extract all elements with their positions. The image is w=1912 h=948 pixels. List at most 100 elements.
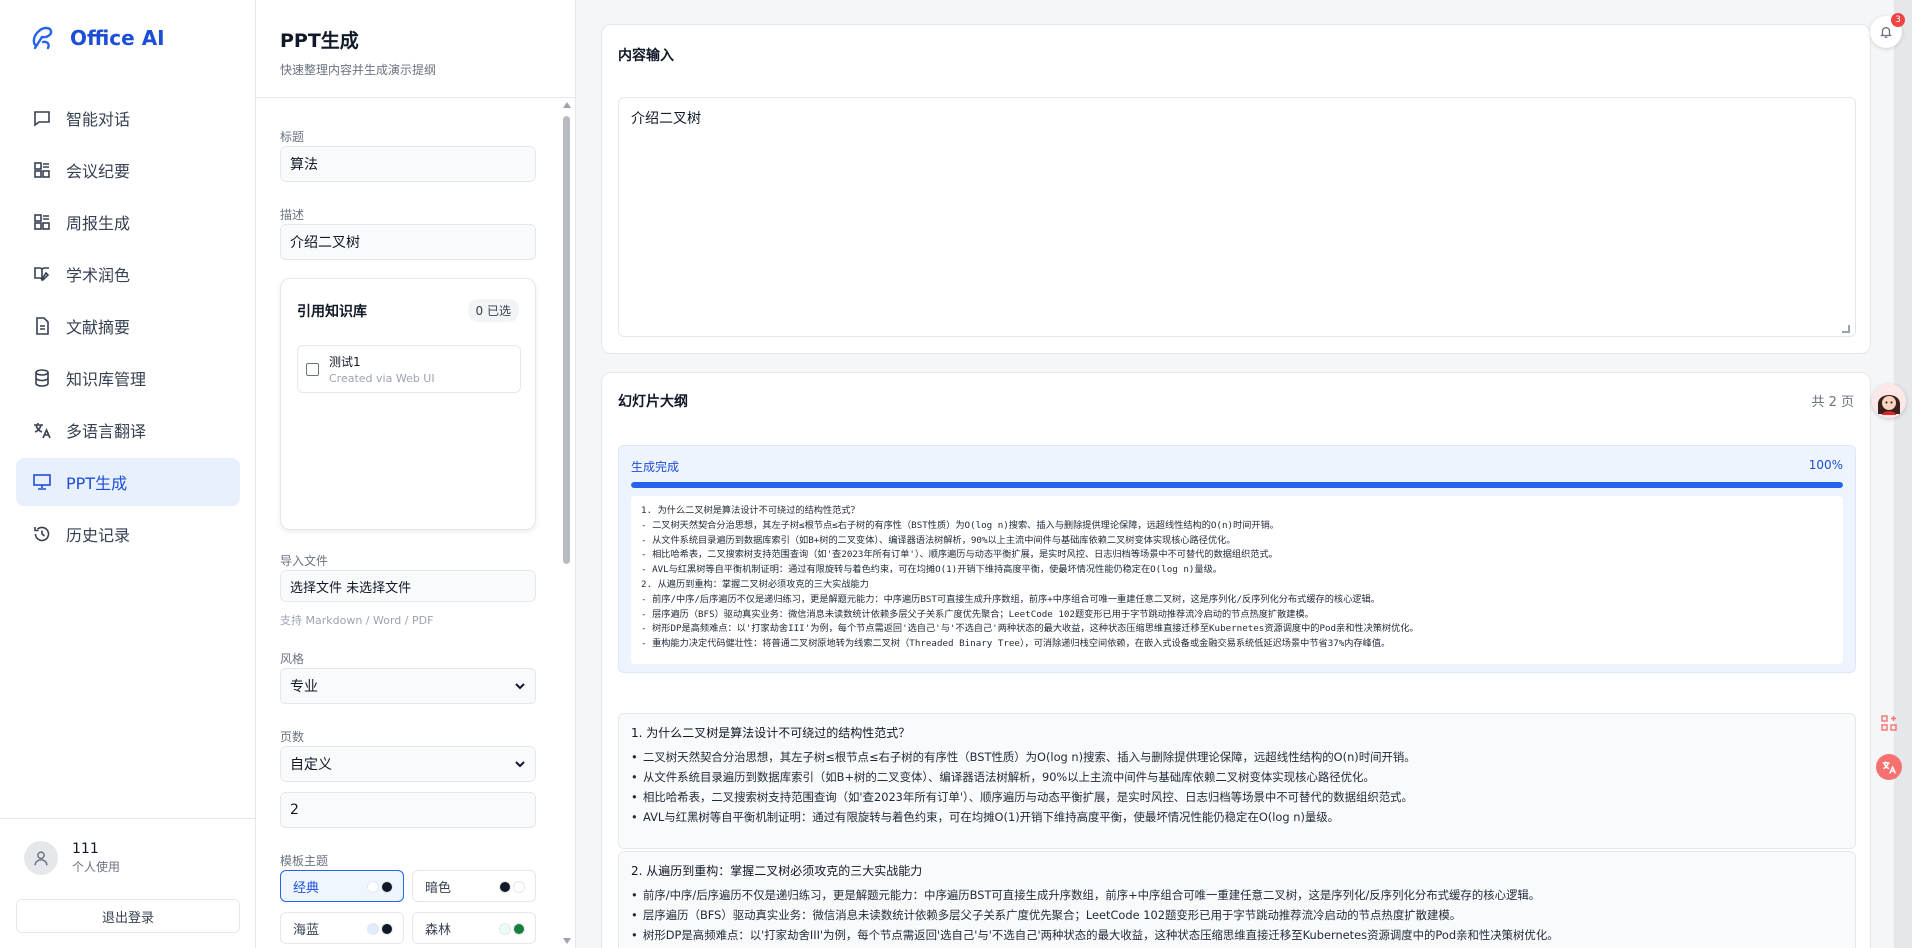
kb-item-name: 测试1 bbox=[329, 355, 361, 369]
theme-name: 森林 bbox=[425, 922, 452, 938]
sidebar-item-weekly[interactable]: 周报生成 bbox=[16, 198, 240, 246]
style-label: 风格 bbox=[280, 652, 305, 666]
sidebar-item-history[interactable]: 历史记录 bbox=[16, 510, 240, 558]
page-subtitle: 快速整理内容并生成演示提纲 bbox=[280, 63, 437, 77]
grid-icon bbox=[34, 162, 50, 178]
title-input[interactable]: 算法 bbox=[280, 146, 536, 182]
outline-title: 幻灯片大纲 bbox=[618, 394, 688, 410]
raw-outline-line: - 从文件系统目录遍历到数据库索引（如B+树的二叉变体）、编译器语法树解析，90… bbox=[641, 534, 1236, 546]
pages-input[interactable]: 2 bbox=[280, 792, 536, 828]
sidebar-item-meeting[interactable]: 会议纪要 bbox=[16, 146, 240, 194]
pages-label: 页数 bbox=[280, 730, 305, 744]
chevron-down-icon bbox=[515, 761, 525, 768]
panel-scrollbar[interactable] bbox=[562, 100, 571, 948]
user-name: 111 bbox=[72, 841, 99, 857]
section-bullets: 前序/中序/后序遍历不仅是递归练习，更是解题元能力：中序遍历BST可直接生成升序… bbox=[631, 885, 1843, 945]
logout-button[interactable]: 退出登录 bbox=[16, 899, 240, 933]
bell-icon bbox=[1880, 26, 1892, 38]
sidebar: Office AI 智能对话 会议纪要 周报生成 学术润色 文献摘要 知识库管理 bbox=[0, 0, 256, 948]
scroll-down-arrow[interactable] bbox=[563, 938, 571, 944]
kb-item-desc: Created via Web UI bbox=[329, 372, 435, 385]
desc-input[interactable]: 介绍二叉树 bbox=[280, 224, 536, 260]
knowledge-base-card: 引用知识库 0 已选 测试1 Created via Web UI bbox=[280, 278, 536, 530]
raw-outline-line: 1. 为什么二叉树是算法设计不可绕过的结构性范式？ bbox=[641, 505, 860, 516]
book-icon bbox=[34, 267, 50, 281]
generation-progress: 生成完成 100% 1. 为什么二叉树是算法设计不可绕过的结构性范式？ - 二叉树… bbox=[618, 445, 1856, 673]
progress-fill bbox=[631, 482, 1843, 488]
theme-swatch bbox=[497, 881, 525, 893]
bullet-item: 相比哈希表，二叉搜索树支持范围查询（如'查2023年所有订单'）、顺序遍历与动态… bbox=[631, 787, 1843, 807]
section-bullets: 二叉树天然契合分治思想，其左子树≤根节点≤右子树的有序性（BST性质）为O(lo… bbox=[631, 747, 1843, 827]
scroll-up-arrow[interactable] bbox=[563, 102, 571, 108]
sidebar-item-label: 学术润色 bbox=[66, 266, 131, 285]
user-info: 111 个人使用 bbox=[24, 841, 120, 875]
raw-outline-line: - 前序/中序/后序遍历不仅是递归练习，更是解题元能力：中序遍历BST可直接生成… bbox=[641, 593, 1380, 605]
settings-panel: PPT生成 快速整理内容并生成演示提纲 标题 算法 描述 介绍二叉树 引用知识库… bbox=[256, 0, 576, 948]
file-input[interactable]: 选择文件 未选择文件 bbox=[280, 570, 536, 602]
user-icon bbox=[34, 851, 48, 866]
content-input-card: 内容输入 介绍二叉树 bbox=[601, 24, 1871, 354]
kb-title: 引用知识库 bbox=[297, 304, 367, 320]
bullet-item: 层序遍历（BFS）驱动真实业务：微信消息未读数统计依赖多层父子关系广度优先聚合；… bbox=[631, 905, 1843, 925]
resize-handle[interactable] bbox=[1842, 325, 1850, 333]
theme-forest-button[interactable]: 森林 bbox=[412, 912, 536, 944]
theme-name: 海蓝 bbox=[293, 922, 320, 938]
title-label: 标题 bbox=[280, 130, 305, 144]
theme-classic-button[interactable]: 经典 bbox=[280, 870, 404, 902]
translate-icon bbox=[34, 423, 51, 439]
outline-section-1: 1. 为什么二叉树是算法设计不可绕过的结构性范式？ 二叉树天然契合分治思想，其左… bbox=[618, 713, 1856, 849]
theme-name: 经典 bbox=[293, 880, 320, 896]
sidebar-item-ppt[interactable]: PPT生成 bbox=[16, 458, 240, 506]
avatar bbox=[24, 841, 58, 875]
translate-tool-button[interactable] bbox=[1876, 754, 1902, 780]
pages-mode-select[interactable]: 自定义 bbox=[280, 746, 536, 782]
theme-ocean-button[interactable]: 海蓝 bbox=[280, 912, 404, 944]
sidebar-item-label: 会议纪要 bbox=[66, 162, 131, 181]
sidebar-item-summary[interactable]: 文献摘要 bbox=[16, 302, 240, 350]
sidebar-item-label: PPT生成 bbox=[66, 474, 128, 493]
theme-swatch bbox=[365, 881, 393, 893]
theme-swatch bbox=[365, 923, 393, 935]
document-icon bbox=[36, 317, 49, 335]
sidebar-nav: 智能对话 会议纪要 周报生成 学术润色 文献摘要 知识库管理 多语言翻译 PPT… bbox=[16, 94, 240, 562]
raw-outline-line: - 二叉树天然契合分治思想，其左子树≤根节点≤右子树的有序性（BST性质）为O(… bbox=[641, 519, 1279, 531]
page-title: PPT生成 bbox=[280, 30, 359, 52]
progress-percent: 100% bbox=[1808, 458, 1843, 472]
scroll-thumb[interactable] bbox=[563, 116, 570, 564]
user-section: 111 个人使用 退出登录 bbox=[0, 818, 256, 948]
assistant-avatar-button[interactable] bbox=[1872, 384, 1906, 418]
notification-button[interactable]: 3 bbox=[1870, 13, 1905, 48]
sidebar-item-label: 知识库管理 bbox=[66, 370, 147, 389]
chat-icon bbox=[34, 111, 50, 127]
style-select[interactable]: 专业 bbox=[280, 668, 536, 704]
sidebar-item-label: 周报生成 bbox=[66, 214, 131, 233]
page-count: 共 2 页 bbox=[1811, 395, 1854, 410]
raw-outline-line: - 相比哈希表，二叉搜索树支持范围查询（如'查2023年所有订单'）、顺序遍历与… bbox=[641, 549, 1278, 561]
sidebar-item-translate[interactable]: 多语言翻译 bbox=[16, 406, 240, 454]
chevron-down-icon bbox=[515, 683, 525, 690]
section-title: 2. 从遍历到重构：掌握二叉树必须攻克的三大实战能力 bbox=[631, 864, 923, 878]
pages-mode-value: 自定义 bbox=[290, 757, 332, 773]
sidebar-item-polish[interactable]: 学术润色 bbox=[16, 250, 240, 298]
panel-header: PPT生成 快速整理内容并生成演示提纲 bbox=[256, 0, 575, 98]
theme-dark-button[interactable]: 暗色 bbox=[412, 870, 536, 902]
outline-section-2: 2. 从遍历到重构：掌握二叉树必须攻克的三大实战能力 前序/中序/后序遍历不仅是… bbox=[618, 851, 1856, 948]
content-textarea[interactable]: 介绍二叉树 bbox=[618, 97, 1856, 337]
bullet-item: AVL与红黑树等自平衡机制证明：通过有限旋转与着色约束，可在均摊O(1)开销下维… bbox=[631, 807, 1843, 827]
apps-tool-button[interactable] bbox=[1876, 710, 1902, 736]
app-logo[interactable]: Office AI bbox=[28, 24, 165, 52]
kb-item-checkbox[interactable] bbox=[306, 362, 319, 376]
kb-item[interactable]: 测试1 Created via Web UI bbox=[297, 345, 521, 393]
sidebar-item-label: 多语言翻译 bbox=[66, 422, 147, 441]
bullet-item: 二叉树天然契合分治思想，其左子树≤根节点≤右子树的有序性（BST性质）为O(lo… bbox=[631, 747, 1843, 767]
sidebar-item-chat[interactable]: 智能对话 bbox=[16, 94, 240, 142]
database-icon bbox=[35, 369, 49, 387]
choose-file-button[interactable]: 选择文件 bbox=[290, 577, 342, 596]
sidebar-item-knowledge[interactable]: 知识库管理 bbox=[16, 354, 240, 402]
content-input-title: 内容输入 bbox=[618, 48, 674, 64]
file-status: 未选择文件 bbox=[346, 580, 412, 596]
bullet-item: 从文件系统目录遍历到数据库索引（如B+树的二叉变体）、编译器语法树解析，90%以… bbox=[631, 767, 1843, 787]
import-label: 导入文件 bbox=[280, 554, 329, 568]
page-scrollbar[interactable] bbox=[1894, 0, 1912, 948]
notification-badge: 3 bbox=[1891, 13, 1905, 27]
